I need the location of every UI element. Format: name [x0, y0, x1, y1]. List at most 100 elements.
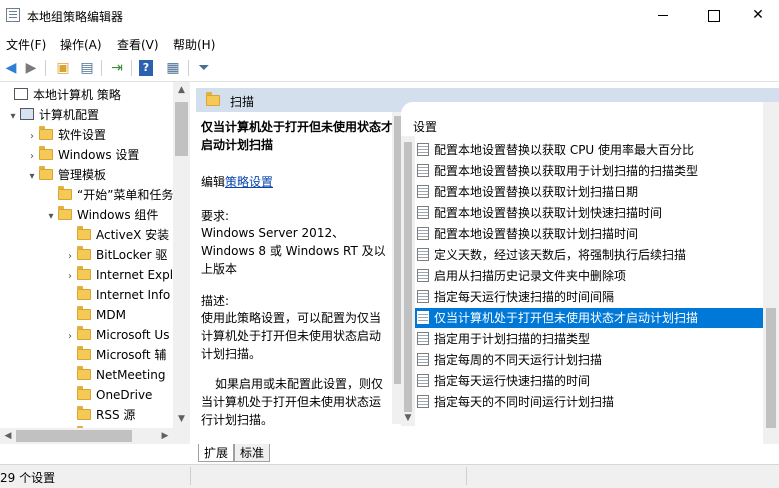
scroll-thumb[interactable] [404, 142, 412, 412]
scroll-up-arrow-icon[interactable]: ▲ [173, 82, 190, 99]
expanded-arrow-icon[interactable]: ▾ [44, 207, 58, 227]
setting-row[interactable]: 指定每天运行快速扫描的时间间隔 [415, 287, 763, 307]
tree-item[interactable]: OneDrive [63, 385, 152, 405]
setting-row[interactable]: 仅当计算机处于打开但未使用状态才启动计划扫描 [415, 308, 763, 328]
toolbar: ◀ ▶ ▣ ▤ ⇥ ? ▦ ⏷ [0, 54, 779, 82]
collapsed-arrow-icon[interactable]: › [63, 327, 77, 347]
scroll-thumb[interactable] [175, 102, 188, 156]
menu-help[interactable]: 帮助(H) [173, 36, 215, 53]
tab-standard[interactable]: 标准 [234, 444, 271, 462]
policy-setting-icon [417, 143, 429, 156]
scroll-left-arrow-icon[interactable]: ◀ [0, 428, 16, 444]
toolbar-separator [101, 60, 102, 76]
status-bar: 29 个设置 [0, 464, 779, 488]
setting-row[interactable]: 配置本地设置替换以获取计划扫描日期 [415, 182, 763, 202]
expanded-arrow-icon[interactable]: ▾ [6, 107, 20, 127]
tree-item[interactable]: ▾ Windows 组件 [44, 205, 158, 225]
navigation-tree: 本地计算机 策略 ▾ 计算机配置 › 软件设置 › Windows 设置 ▾ 管理模板 “开始”菜… [0, 82, 190, 444]
filter-icon[interactable]: ⏷ [195, 59, 213, 77]
export-list-icon[interactable]: ⇥ [108, 59, 126, 77]
settings-column-header[interactable]: 设置 [413, 118, 437, 135]
menu-action[interactable]: 操作(A) [60, 36, 102, 53]
collapsed-arrow-icon[interactable]: › [63, 267, 77, 287]
tree-item[interactable]: › Windows 设置 [25, 145, 139, 165]
details-panel: 扫描 仅当计算机处于打开但未使用状态才启动计划扫描 编辑策略设置 要求: Win… [196, 82, 779, 458]
requirements-heading: 要求: [201, 209, 230, 223]
tree-item[interactable]: Internet Info [63, 285, 170, 305]
forward-arrow-icon[interactable]: ▶ [22, 59, 40, 77]
scroll-thumb[interactable] [766, 308, 776, 428]
folder-icon [77, 246, 91, 260]
up-folder-icon[interactable]: ▣ [54, 59, 72, 77]
show-hide-tree-icon[interactable]: ▤ [78, 59, 96, 77]
setting-label: 仅当计算机处于打开但未使用状态才启动计划扫描 [434, 311, 699, 325]
tree-horizontal-scrollbar[interactable]: ◀ ▶ [0, 428, 173, 444]
tree-item[interactable]: ▾ 管理模板 [25, 165, 106, 185]
tree-item[interactable]: 本地计算机 策略 [0, 85, 121, 105]
expanded-arrow-icon[interactable]: ▾ [25, 167, 39, 187]
tree-item[interactable]: › Microsoft Us [63, 325, 169, 345]
folder-icon [77, 346, 91, 360]
policy-setting-icon [417, 206, 429, 219]
description-pane: 仅当计算机处于打开但未使用状态才启动计划扫描 编辑策略设置 要求: Window… [196, 112, 392, 440]
tree-item[interactable]: RSS 源 [63, 405, 135, 425]
folder-icon [77, 366, 91, 380]
toolbar-separator [45, 60, 46, 76]
setting-row[interactable]: 配置本地设置替换以获取用于计划扫描的扫描类型 [415, 161, 763, 181]
tree-item[interactable]: ActiveX 安装 [63, 225, 169, 245]
tree-item[interactable]: “开始”菜单和任务 [44, 185, 173, 205]
setting-label: 配置本地设置替换以获取计划快速扫描时间 [434, 206, 663, 220]
menu-file[interactable]: 文件(F) [6, 36, 46, 53]
computer-icon [20, 108, 34, 120]
tree-item[interactable]: NetMeeting [63, 365, 165, 385]
tree-item-label: Windows 设置 [58, 148, 140, 162]
collapsed-arrow-icon[interactable]: › [25, 127, 39, 147]
folder-icon [77, 306, 91, 320]
maximize-button[interactable] [690, 0, 736, 30]
tree-item[interactable]: ▾ 计算机配置 [6, 105, 99, 125]
properties-icon[interactable]: ▦ [164, 59, 182, 77]
menu-bar: 文件(F) 操作(A) 查看(V) 帮助(H) [0, 30, 779, 54]
policy-setting-icon [417, 395, 429, 408]
close-button[interactable]: ✕ [735, 0, 779, 30]
setting-row[interactable]: 指定每天运行快速扫描的时间 [415, 371, 763, 391]
setting-label: 配置本地设置替换以获取 CPU 使用率最大百分比 [434, 143, 695, 157]
menu-view[interactable]: 查看(V) [117, 36, 159, 53]
scroll-down-arrow-icon[interactable]: ▼ [173, 411, 190, 428]
tree-vertical-scrollbar[interactable]: ▲ ▼ [173, 82, 190, 428]
minimize-button[interactable] [640, 0, 686, 30]
setting-row[interactable]: 指定每周的不同天运行计划扫描 [415, 350, 763, 370]
setting-label: 定义天数，经过该天数后，将强制执行后续扫描 [434, 248, 687, 262]
collapsed-arrow-icon[interactable]: › [25, 147, 39, 167]
scroll-thumb[interactable] [16, 430, 132, 442]
setting-row[interactable]: 指定用于计划扫描的扫描类型 [415, 329, 763, 349]
tree-item[interactable]: MDM [63, 305, 126, 325]
setting-label: 指定每天的不同时间运行计划扫描 [434, 395, 615, 409]
scrollbar-corner [173, 428, 190, 444]
tab-extended[interactable]: 扩展 [198, 444, 235, 462]
tree-item[interactable]: › Internet Expl [63, 265, 173, 285]
setting-row[interactable]: 指定每天的不同时间运行计划扫描 [415, 392, 763, 412]
edit-policy-link[interactable]: 策略设置 [225, 175, 273, 189]
tree-item[interactable]: › 软件设置 [25, 125, 106, 145]
tree-item[interactable]: Microsoft 辅 [63, 345, 166, 365]
scroll-down-arrow-icon[interactable]: ▼ [401, 410, 415, 426]
description-heading: 描述: [201, 294, 230, 308]
requirements-text: Windows Server 2012、Windows 8 或 Windows … [201, 226, 386, 276]
back-arrow-icon[interactable]: ◀ [2, 59, 20, 77]
setting-row[interactable]: 定义天数，经过该天数后，将强制执行后续扫描 [415, 245, 763, 265]
collapsed-arrow-icon[interactable]: › [63, 247, 77, 267]
tree-item-label: Microsoft 辅 [96, 348, 167, 362]
tree-item[interactable]: › BitLocker 驱 [63, 245, 167, 265]
setting-row[interactable]: 配置本地设置替换以获取 CPU 使用率最大百分比 [415, 140, 763, 160]
help-icon[interactable]: ? [139, 60, 153, 76]
setting-row[interactable]: 配置本地设置替换以获取计划快速扫描时间 [415, 203, 763, 223]
scroll-right-arrow-icon[interactable]: ▶ [157, 428, 173, 444]
settings-left-scrollbar[interactable]: ▼ [401, 136, 415, 426]
window-title: 本地组策略编辑器 [27, 10, 124, 24]
setting-row[interactable]: 启用从扫描历史记录文件夹中删除项 [415, 266, 763, 286]
folder-icon [77, 326, 91, 340]
settings-vertical-scrollbar[interactable] [763, 102, 779, 444]
setting-row[interactable]: 配置本地设置替换以获取计划扫描时间 [415, 224, 763, 244]
folder-icon [77, 406, 91, 420]
